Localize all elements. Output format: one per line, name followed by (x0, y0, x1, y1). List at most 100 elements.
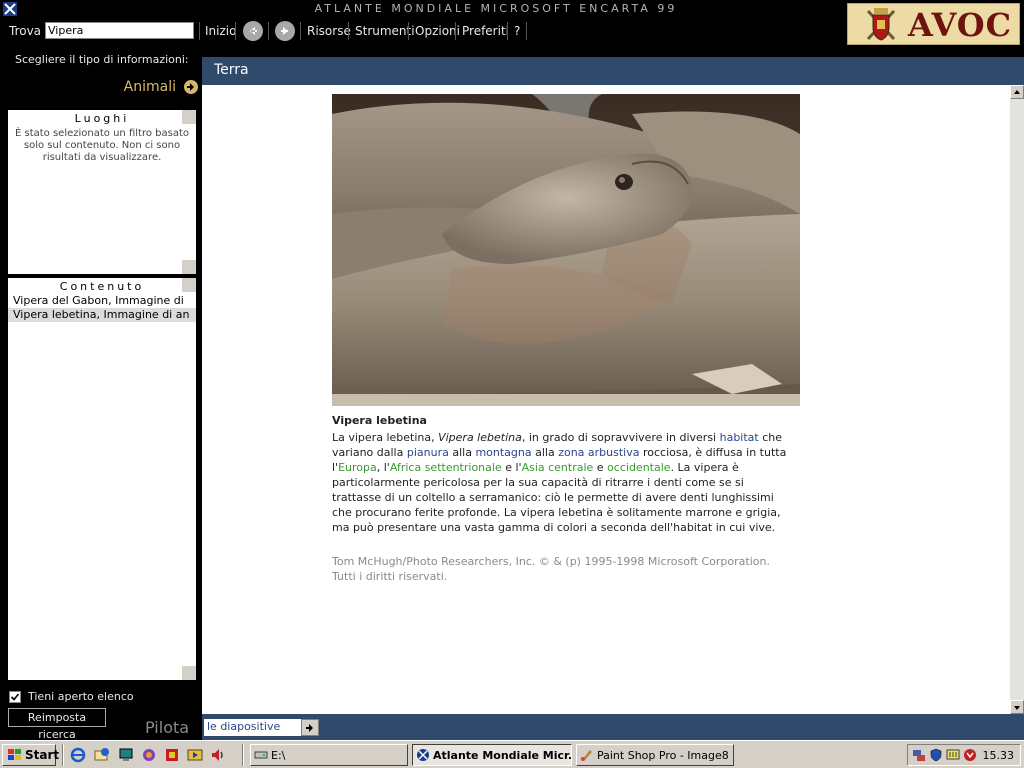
task-label: E:\ (271, 749, 286, 762)
encarta-icon (417, 749, 429, 761)
places-list[interactable]: Luoghi È stato selezionato un filtro bas… (8, 110, 196, 274)
menu-item-options[interactable]: Opzioni (415, 24, 460, 38)
list-item[interactable]: Vipera del Gabon, Immagine di (8, 294, 196, 308)
places-message: È stato selezionato un filtro basato sol… (15, 128, 189, 163)
content-scrollbar[interactable] (1010, 85, 1024, 714)
task-encarta[interactable]: Atlante Mondiale Micr... (412, 744, 572, 766)
menu-bar: Trova Inizio Risorse Strumenti Opzioni P… (0, 18, 845, 44)
article-header: Terra (202, 57, 1024, 85)
link-zona-arbustiva[interactable]: zona arbustiva (558, 446, 639, 459)
task-label: Paint Shop Pro - Image8 (597, 749, 729, 762)
channels-icon[interactable] (141, 747, 157, 763)
crest-icon (866, 8, 896, 41)
arrow-right-icon (281, 27, 288, 35)
menu-item-tools[interactable]: Strumenti (355, 24, 415, 38)
forward-button[interactable] (275, 21, 295, 41)
contents-heading: Contenuto (59, 280, 145, 293)
system-tray: 15.33 (907, 744, 1021, 766)
viper-photo[interactable] (332, 94, 800, 406)
list-item-selected[interactable]: Vipera lebetina, Immagine di an (8, 308, 196, 322)
arrow-right-icon (187, 83, 194, 91)
places-heading: Luoghi (74, 112, 130, 125)
photo-credit: Tom McHugh/Photo Researchers, Inc. © & (… (332, 555, 770, 583)
find-label: Trova (9, 24, 42, 38)
menu-item-favorites[interactable]: Preferiti (462, 24, 509, 38)
arrow-down-icon (1014, 706, 1020, 710)
task-label: Atlante Mondiale Micr... (433, 749, 572, 762)
caption-segment: alla (531, 446, 559, 459)
arrow-right-icon (306, 724, 313, 732)
menu-separator (455, 22, 456, 40)
taskbar: Start E:\ Atlante Mondiale Micr... Paint… (0, 740, 1024, 768)
volume-icon[interactable] (963, 748, 977, 762)
link-pianura[interactable]: pianura (407, 446, 449, 459)
caption-segment: La vipera lebetina, (332, 431, 439, 444)
menu-item-help[interactable]: ? (514, 24, 520, 38)
link-africa[interactable]: Africa settentrionale (390, 461, 502, 474)
menu-separator (526, 22, 527, 40)
link-occidentale[interactable]: occidentale (607, 461, 670, 474)
find-input[interactable] (45, 22, 194, 39)
arrow-left-icon (250, 27, 257, 35)
scroll-down-button[interactable] (1010, 700, 1024, 714)
slides-selector[interactable]: le diapositive (204, 719, 301, 736)
menu-separator (507, 22, 508, 40)
slides-go-button[interactable] (301, 719, 319, 736)
caption-title: Vipera lebetina (332, 414, 427, 427)
caption-segment: e l' (501, 461, 522, 474)
media-icon[interactable] (187, 747, 203, 763)
title-bar: ATLANTE MONDIALE MICROSOFT ENCARTA 99 (0, 0, 845, 18)
link-asia-centrale[interactable]: Asia centrale (522, 461, 594, 474)
task-drive-e[interactable]: E:\ (250, 744, 408, 766)
windows-flag-icon (8, 749, 21, 760)
scroll-up-button[interactable] (1010, 85, 1024, 99)
caption-segment: alla (448, 446, 476, 459)
outlook-express-icon[interactable] (94, 747, 110, 763)
checkmark-icon (10, 693, 20, 701)
category-selector[interactable]: Animali (124, 79, 176, 95)
ie-icon[interactable] (70, 747, 86, 763)
menu-separator (408, 22, 409, 40)
caption-segment: e (593, 461, 608, 474)
category-go-button[interactable] (184, 80, 198, 94)
desktop-icon[interactable] (118, 747, 134, 763)
keep-open-label: Tieni aperto elenco (28, 690, 134, 703)
menu-separator (348, 22, 349, 40)
app-quicklaunch-icon[interactable] (164, 747, 180, 763)
arrow-up-icon (1014, 90, 1020, 94)
logo-text: AVOC (908, 6, 1013, 44)
paint-shop-pro-icon (581, 750, 592, 761)
drive-icon (254, 751, 268, 759)
menu-item-resources[interactable]: Risorse (307, 24, 351, 38)
link-habitat[interactable]: habitat (720, 431, 759, 444)
task-paint-shop-pro[interactable]: Paint Shop Pro - Image8 (576, 744, 734, 766)
keep-open-checkbox[interactable] (9, 691, 21, 703)
scrollbar-up-button[interactable] (182, 278, 196, 292)
taskbar-separator (62, 744, 64, 766)
scrollbar-down-button[interactable] (182, 666, 196, 680)
taskbar-separator (242, 744, 244, 766)
caption-text: La vipera lebetina, Vipera lebetina, in … (332, 430, 792, 535)
species-name: Vipera lebetina (438, 431, 522, 444)
shield-icon[interactable] (929, 748, 943, 762)
article-content: Vipera lebetina La vipera lebetina, Vipe… (202, 85, 1010, 714)
contents-list[interactable]: Contenuto Vipera del Gabon, Immagine di … (8, 278, 196, 680)
scrollbar-down-button[interactable] (182, 260, 196, 274)
scrollbar-up-button[interactable] (182, 110, 196, 124)
link-europa[interactable]: Europa (338, 461, 377, 474)
pilot-label[interactable]: Pilota (145, 718, 189, 737)
network-icon[interactable] (912, 748, 926, 762)
audio-icon[interactable] (210, 747, 226, 763)
display-settings-icon[interactable] (946, 748, 960, 762)
menu-separator (235, 22, 236, 40)
reset-search-button[interactable]: Reimposta ricerca (8, 708, 106, 741)
menu-separator (199, 22, 200, 40)
avoc-logo: AVOC (847, 3, 1020, 45)
start-button[interactable]: Start (2, 744, 59, 766)
taskbar-clock[interactable]: 15.33 (983, 749, 1015, 762)
viper-photo-image (332, 94, 800, 406)
link-montagna[interactable]: montagna (475, 446, 531, 459)
menu-item-home[interactable]: Inizio (205, 24, 236, 38)
back-button[interactable] (243, 21, 263, 41)
left-panel: Scegliere il tipo di informazioni: Anima… (0, 44, 202, 741)
